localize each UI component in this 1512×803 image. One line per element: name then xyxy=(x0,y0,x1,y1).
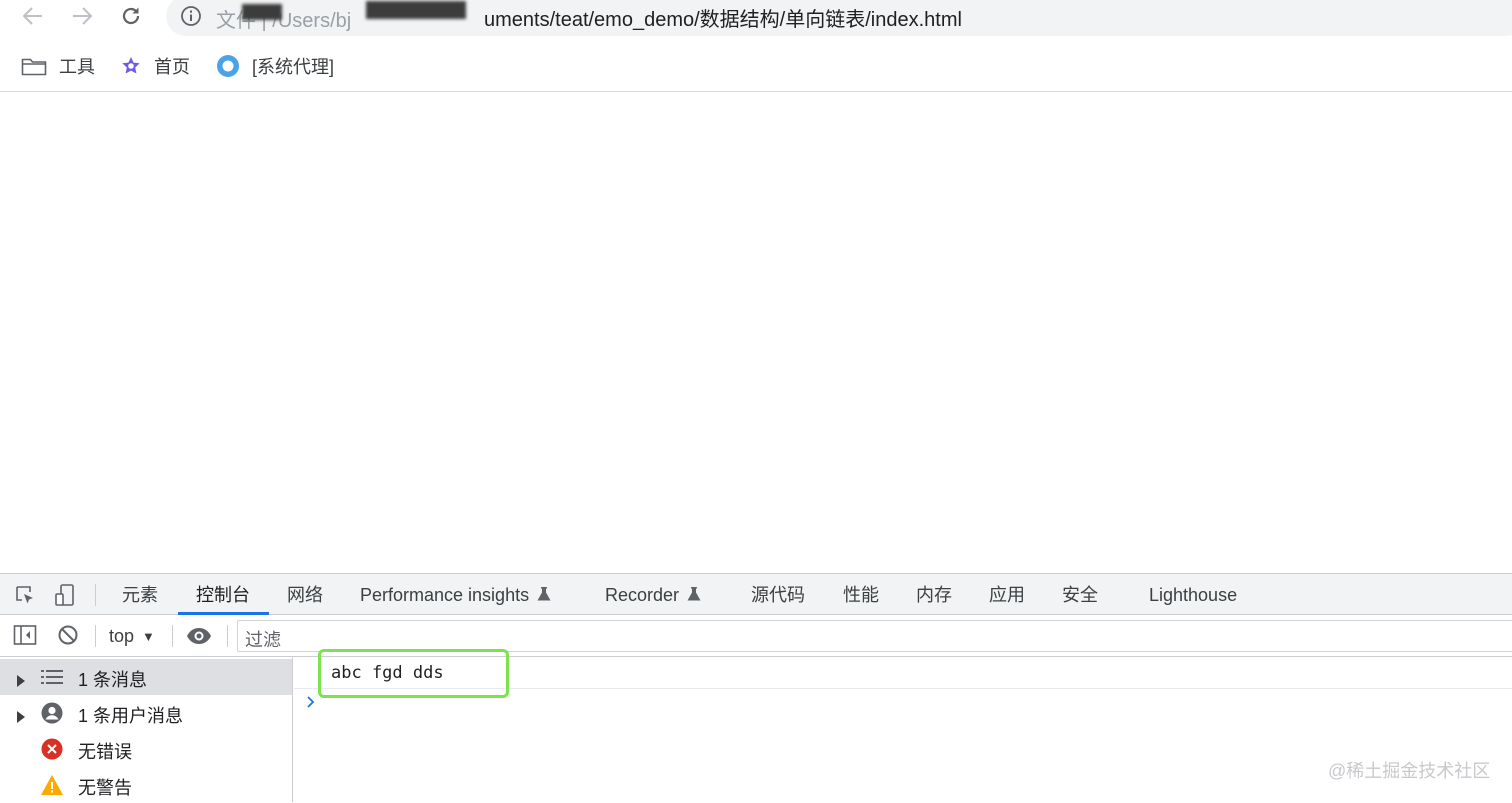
sidebar-icon xyxy=(13,625,37,645)
divider xyxy=(95,625,96,647)
tab-security[interactable]: 安全 xyxy=(1062,574,1098,614)
device-toolbar-button[interactable] xyxy=(52,583,78,607)
device-icon xyxy=(55,584,74,606)
url-text: uments/teat/emo_demo/数据结构/单向链表/index.htm… xyxy=(484,9,962,31)
tab-application[interactable]: 应用 xyxy=(989,574,1025,614)
sidebar-item-messages[interactable]: 1 条消息 xyxy=(0,659,292,695)
tab-performance-insights[interactable]: Performance insights xyxy=(360,574,551,614)
bookmark-proxy[interactable]: [系统代理] xyxy=(216,48,334,84)
circle-icon xyxy=(216,54,240,78)
divider xyxy=(95,584,96,606)
folder-icon xyxy=(21,56,47,76)
user-circle-icon xyxy=(40,702,64,724)
expand-arrow-icon[interactable] xyxy=(16,671,26,692)
reload-icon xyxy=(122,7,140,25)
list-icon xyxy=(40,666,64,688)
redaction xyxy=(366,1,466,19)
site-info-icon[interactable] xyxy=(180,5,202,32)
toggle-sidebar-button[interactable] xyxy=(12,623,38,647)
tab-label: Recorder xyxy=(605,585,680,605)
bookmark-label: [系统代理] xyxy=(252,57,335,77)
highlight-box xyxy=(318,649,509,698)
filter-placeholder: 过滤 xyxy=(245,630,281,650)
sidebar-item-errors[interactable]: 无错误 xyxy=(0,731,292,767)
bookmarks-bar: 工具 首页 [系统代理] xyxy=(0,48,1512,84)
console-sidebar: 1 条消息 1 条用户消息 无错误 无警告 xyxy=(0,657,293,802)
tab-recorder[interactable]: Recorder xyxy=(605,574,701,614)
block-icon xyxy=(58,625,78,645)
tab-lighthouse[interactable]: Lighthouse xyxy=(1149,574,1237,614)
divider xyxy=(227,625,228,647)
live-expression-button[interactable] xyxy=(186,624,212,648)
bookmark-home[interactable]: 首页 xyxy=(120,48,190,84)
sidebar-item-label: 1 条用户消息 xyxy=(78,706,184,726)
console-toolbar: top ▼ 过滤 xyxy=(0,615,1512,657)
forward-button[interactable] xyxy=(67,3,97,29)
tab-label: Performance insights xyxy=(360,585,530,605)
bookmark-tools[interactable]: 工具 xyxy=(21,48,95,84)
tab-memory[interactable]: 内存 xyxy=(916,574,952,614)
sidebar-item-label: 无错误 xyxy=(78,742,132,762)
cursor-select-icon xyxy=(16,586,33,604)
dropdown-arrow-icon: ▼ xyxy=(142,628,155,644)
flask-icon xyxy=(537,575,551,617)
tab-performance[interactable]: 性能 xyxy=(843,574,879,614)
star-logo-icon xyxy=(120,55,142,77)
context-value: top xyxy=(109,625,135,646)
url-prefix: 文件 | /Users/bj xyxy=(216,10,352,32)
sidebar-item-label: 1 条消息 xyxy=(78,670,148,690)
clear-console-button[interactable] xyxy=(55,623,81,647)
tab-network[interactable]: 网络 xyxy=(287,574,323,614)
console-prompt-icon[interactable] xyxy=(306,695,316,714)
watermark: @稀土掘金技术社区 xyxy=(1328,761,1491,781)
flask-icon xyxy=(687,575,701,617)
sidebar-item-warnings[interactable]: 无警告 xyxy=(0,767,292,803)
sidebar-item-label: 无警告 xyxy=(78,778,132,798)
divider xyxy=(0,91,1512,92)
arrow-left-icon xyxy=(22,7,42,25)
warning-icon xyxy=(40,774,64,796)
redaction xyxy=(242,4,282,20)
filter-input[interactable]: 过滤 xyxy=(237,620,1512,652)
arrow-right-icon xyxy=(73,7,93,25)
back-button[interactable] xyxy=(18,3,48,29)
devtools-panel: 元素 控制台 网络 Performance insights Recorder … xyxy=(0,573,1512,802)
tab-elements[interactable]: 元素 xyxy=(122,574,158,614)
sidebar-item-user-messages[interactable]: 1 条用户消息 xyxy=(0,695,292,731)
error-icon xyxy=(40,738,64,760)
inspect-element-button[interactable] xyxy=(12,583,38,607)
divider xyxy=(172,625,173,647)
context-select[interactable]: top ▼ xyxy=(109,623,155,649)
browser-toolbar: 文件 | /Users/bj uments/teat/emo_demo/数据结构… xyxy=(0,0,1512,36)
address-bar[interactable]: 文件 | /Users/bj uments/teat/emo_demo/数据结构… xyxy=(166,0,1512,36)
tab-console[interactable]: 控制台 xyxy=(196,574,250,614)
bookmark-label: 工具 xyxy=(59,57,95,77)
devtools-tab-bar: 元素 控制台 网络 Performance insights Recorder … xyxy=(0,574,1512,615)
eye-icon xyxy=(187,628,211,644)
tab-sources[interactable]: 源代码 xyxy=(751,574,805,614)
console-message[interactable]: abc fgd dds xyxy=(294,649,1512,698)
bookmark-label: 首页 xyxy=(154,57,190,77)
reload-button[interactable] xyxy=(116,3,146,29)
expand-arrow-icon[interactable] xyxy=(16,707,26,728)
